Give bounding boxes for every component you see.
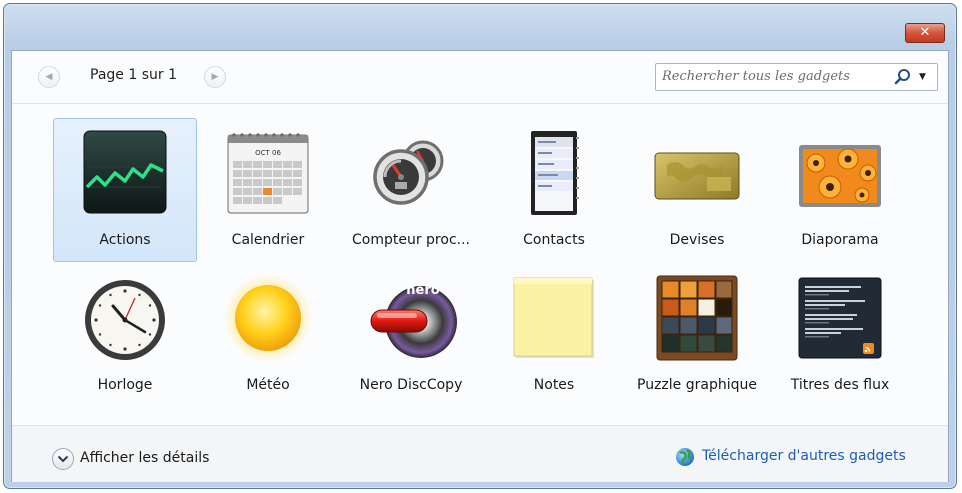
stock-chart-icon bbox=[83, 130, 167, 214]
gadget-label: Horloge bbox=[97, 377, 153, 393]
globe-icon[interactable] bbox=[675, 447, 695, 467]
gadget-label: Calendrier bbox=[231, 232, 305, 248]
slideshow-icon bbox=[799, 145, 881, 207]
currency-icon bbox=[654, 152, 740, 200]
gadget-puzzle-graphique[interactable]: Puzzle graphique bbox=[625, 263, 769, 407]
gadget-label: Contacts bbox=[523, 232, 585, 248]
picture-puzzle-icon bbox=[656, 275, 738, 361]
gadget-label: Titres des flux bbox=[790, 377, 890, 393]
clock-icon bbox=[85, 280, 165, 360]
gadget-label: Compteur proc... bbox=[352, 232, 470, 248]
next-page-button[interactable]: ▶ bbox=[204, 66, 226, 88]
gadget-horloge[interactable]: Horloge bbox=[53, 263, 197, 407]
gadget-label: Météo bbox=[246, 377, 290, 393]
gadget-meteo[interactable]: Météo bbox=[196, 263, 340, 407]
gadget-label: Notes bbox=[533, 377, 575, 393]
search-options-dropdown[interactable]: ▼ bbox=[919, 67, 926, 87]
gallery-client-area: ◀ Page 1 sur 1 ▶ ▼ bbox=[11, 50, 949, 482]
search-input[interactable] bbox=[662, 66, 882, 86]
page-indicator: Page 1 sur 1 bbox=[90, 67, 177, 83]
close-icon: ✕ bbox=[919, 25, 931, 40]
gallery-footer: Afficher les détails Télécharger d'autre… bbox=[12, 425, 948, 482]
nero-logo-text: nero bbox=[406, 283, 439, 298]
arrow-left-icon: ◀ bbox=[45, 72, 53, 82]
close-button[interactable]: ✕ bbox=[905, 23, 945, 43]
chevron-down-icon bbox=[57, 455, 69, 463]
gadget-label: Actions bbox=[99, 232, 151, 248]
gadget-label: Devises bbox=[669, 232, 725, 248]
gadget-compteur-processeur[interactable]: Compteur proc... bbox=[339, 118, 483, 262]
sticky-note-icon bbox=[513, 277, 594, 358]
show-details-label[interactable]: Afficher les détails bbox=[80, 450, 209, 466]
gadget-contacts[interactable]: Contacts bbox=[482, 118, 626, 262]
gadget-nero-disccopy[interactable]: nero Nero DiscCopy bbox=[339, 263, 483, 407]
calendar-month-text: OCT 06 bbox=[255, 149, 281, 157]
gadget-label: Diaporama bbox=[801, 232, 879, 248]
gadget-calendrier[interactable]: OCT 06 Calendrier bbox=[196, 118, 340, 262]
download-more-gadgets-link[interactable]: Télécharger d'autres gadgets bbox=[702, 448, 906, 464]
gadget-actions[interactable]: Actions bbox=[53, 118, 197, 262]
gadget-gallery-window: ✕ ◀ Page 1 sur 1 ▶ ▼ bbox=[3, 3, 957, 489]
nero-disc-icon: nero bbox=[370, 283, 457, 358]
gadget-titres-des-flux[interactable]: Titres des flux bbox=[768, 263, 912, 407]
gadget-notes[interactable]: Notes bbox=[482, 263, 626, 407]
weather-sun-icon bbox=[224, 274, 312, 362]
contacts-icon bbox=[531, 131, 579, 215]
gadget-devises[interactable]: Devises bbox=[625, 118, 769, 262]
search-box: ▼ bbox=[655, 63, 938, 91]
calendar-icon: OCT 06 bbox=[227, 133, 309, 214]
arrow-right-icon: ▶ bbox=[211, 72, 219, 82]
cpu-meter-icon bbox=[373, 140, 444, 205]
feed-headlines-icon bbox=[798, 277, 882, 359]
previous-page-button[interactable]: ◀ bbox=[38, 66, 60, 88]
gadget-diaporama[interactable]: Diaporama bbox=[768, 118, 912, 262]
gallery-toolbar: ◀ Page 1 sur 1 ▶ ▼ bbox=[12, 51, 948, 104]
search-icon[interactable] bbox=[894, 68, 912, 86]
gadget-label: Puzzle graphique bbox=[637, 377, 757, 393]
show-details-button[interactable] bbox=[52, 448, 74, 470]
gadget-label: Nero DiscCopy bbox=[359, 377, 463, 393]
